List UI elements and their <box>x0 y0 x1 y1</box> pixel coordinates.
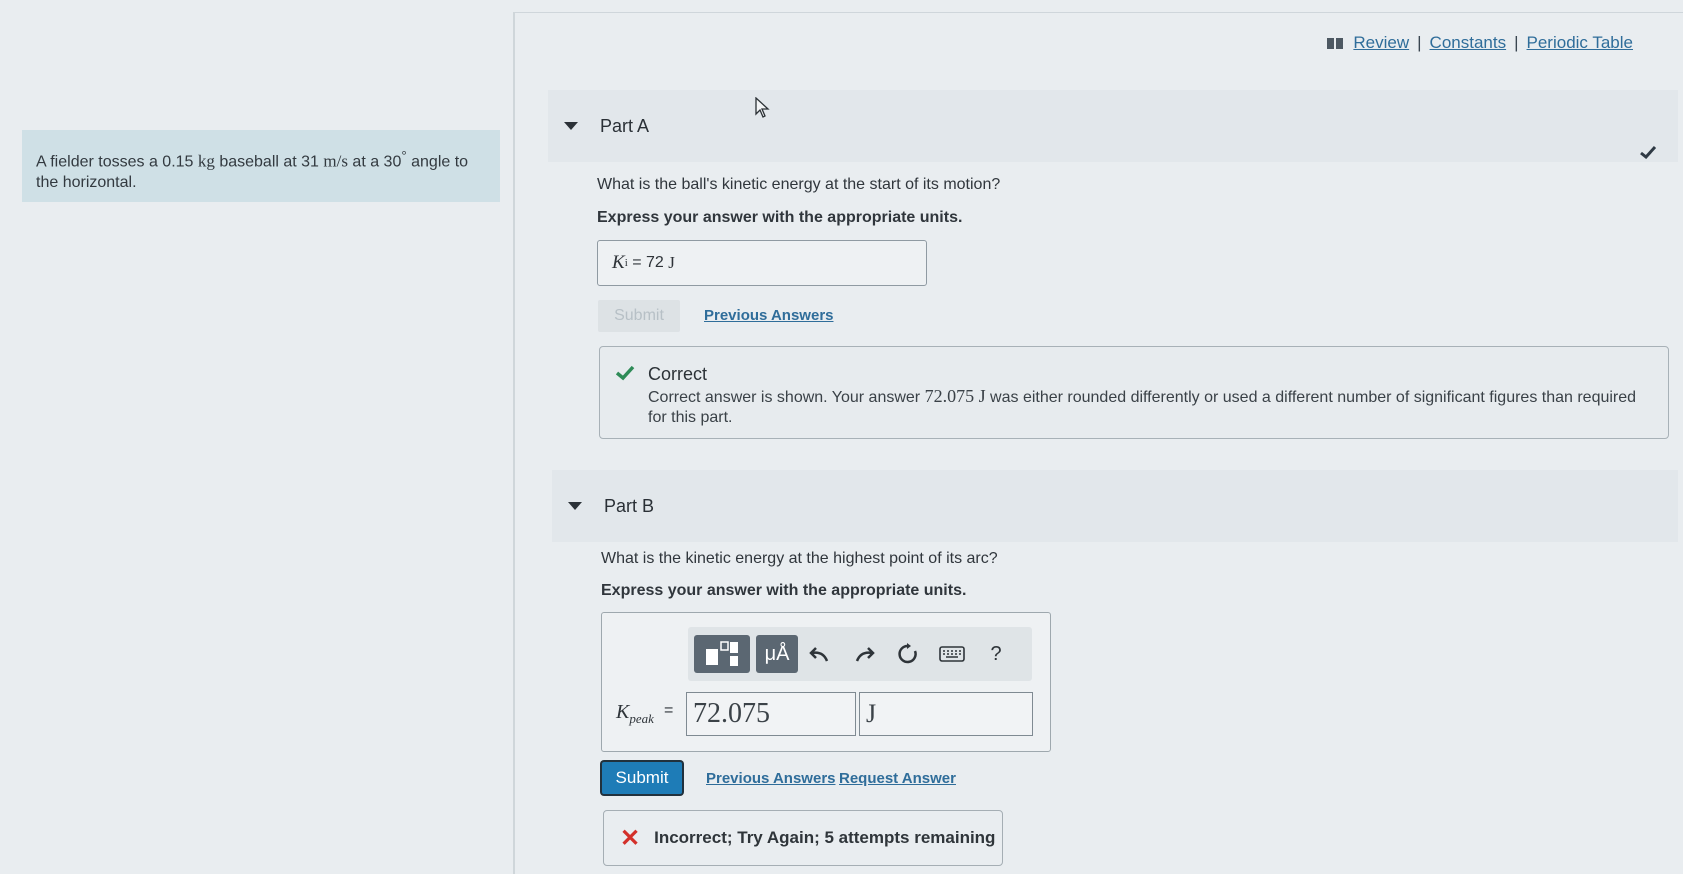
answer-value: = 72 <box>627 254 669 271</box>
feedback-title: Correct <box>648 364 708 384</box>
link-separator: | <box>1514 33 1519 52</box>
collapse-caret-icon[interactable] <box>568 502 582 510</box>
request-answer-link[interactable]: Request Answer <box>839 770 956 787</box>
undo-icon[interactable] <box>798 645 842 663</box>
problem-text: at a 30 <box>347 153 402 171</box>
part-b-title: Part B <box>604 495 655 516</box>
problem-text: A fielder tosses a 0.15 <box>36 153 198 171</box>
part-b-question: What is the kinetic energy at the highes… <box>601 550 998 567</box>
answer-subscript: peak <box>629 711 654 726</box>
answer-variable-label: Kpeak <box>616 701 654 727</box>
part-a-question: What is the ball's kinetic energy at the… <box>597 176 1001 193</box>
mouse-cursor-icon <box>755 97 770 118</box>
keyboard-icon[interactable] <box>930 646 974 662</box>
part-b-answer-editor: μÅ ? Kpeak = 72.075 J <box>601 612 1051 752</box>
math-toolbar: μÅ ? <box>688 627 1032 681</box>
part-a-feedback-correct: Correct Correct answer is shown. Your an… <box>599 346 1669 439</box>
answer-variable: K <box>616 701 630 723</box>
incorrect-x-icon: ✕ <box>620 824 641 852</box>
problem-unit-kg: kg <box>197 151 215 171</box>
part-a-header[interactable]: Part A <box>548 90 1678 162</box>
part-b-submit-button[interactable]: Submit <box>602 762 682 794</box>
feedback-message: Incorrect; Try Again; 5 attempts remaini… <box>654 828 996 847</box>
constants-link[interactable]: Constants <box>1430 33 1507 53</box>
book-icon <box>1327 37 1344 49</box>
problem-statement: A fielder tosses a 0.15 kg baseball at 3… <box>22 130 500 202</box>
answer-variable: K <box>612 252 625 273</box>
part-a-title: Part A <box>600 115 650 136</box>
part-b-header[interactable]: Part B <box>552 470 1678 542</box>
part-a-previous-answers-link[interactable]: Previous Answers <box>704 307 834 324</box>
part-a-submit-button[interactable]: Submit <box>598 300 680 332</box>
part-b-feedback-incorrect: ✕ Incorrect; Try Again; 5 attempts remai… <box>603 810 1003 866</box>
resource-links: Review | Constants | Periodic Table <box>1327 33 1633 53</box>
problem-text: baseball at 31 <box>214 153 324 171</box>
feedback-text: Correct answer is shown. Your answer <box>648 389 925 406</box>
help-icon[interactable]: ? <box>974 643 1018 666</box>
redo-icon[interactable] <box>842 645 886 663</box>
reset-icon[interactable] <box>886 642 930 666</box>
units-button[interactable]: μÅ <box>756 635 798 673</box>
periodic-table-link[interactable]: Periodic Table <box>1527 33 1633 53</box>
part-a-answer-display: Ki = 72 J <box>597 240 927 286</box>
part-b-instruction: Express your answer with the appropriate… <box>601 582 967 599</box>
part-a-instruction: Express your answer with the appropriate… <box>597 209 963 226</box>
correct-check-icon <box>615 365 635 381</box>
part-b-previous-answers-link[interactable]: Previous Answers <box>706 770 836 787</box>
templates-icon[interactable] <box>694 635 750 673</box>
feedback-message: Correct answer is shown. Your answer 72.… <box>648 386 1648 428</box>
collapse-caret-icon[interactable] <box>564 122 578 130</box>
feedback-value: 72.075 J <box>924 386 986 406</box>
review-link[interactable]: Review <box>1353 33 1409 53</box>
part-complete-check-icon <box>1640 146 1656 159</box>
equals-sign: = <box>664 702 674 719</box>
link-separator: | <box>1417 33 1422 52</box>
answer-unit: J <box>668 253 675 272</box>
problem-unit-ms: m/s <box>323 151 348 171</box>
unit-input[interactable]: J <box>859 692 1033 736</box>
value-input[interactable]: 72.075 <box>686 692 856 736</box>
